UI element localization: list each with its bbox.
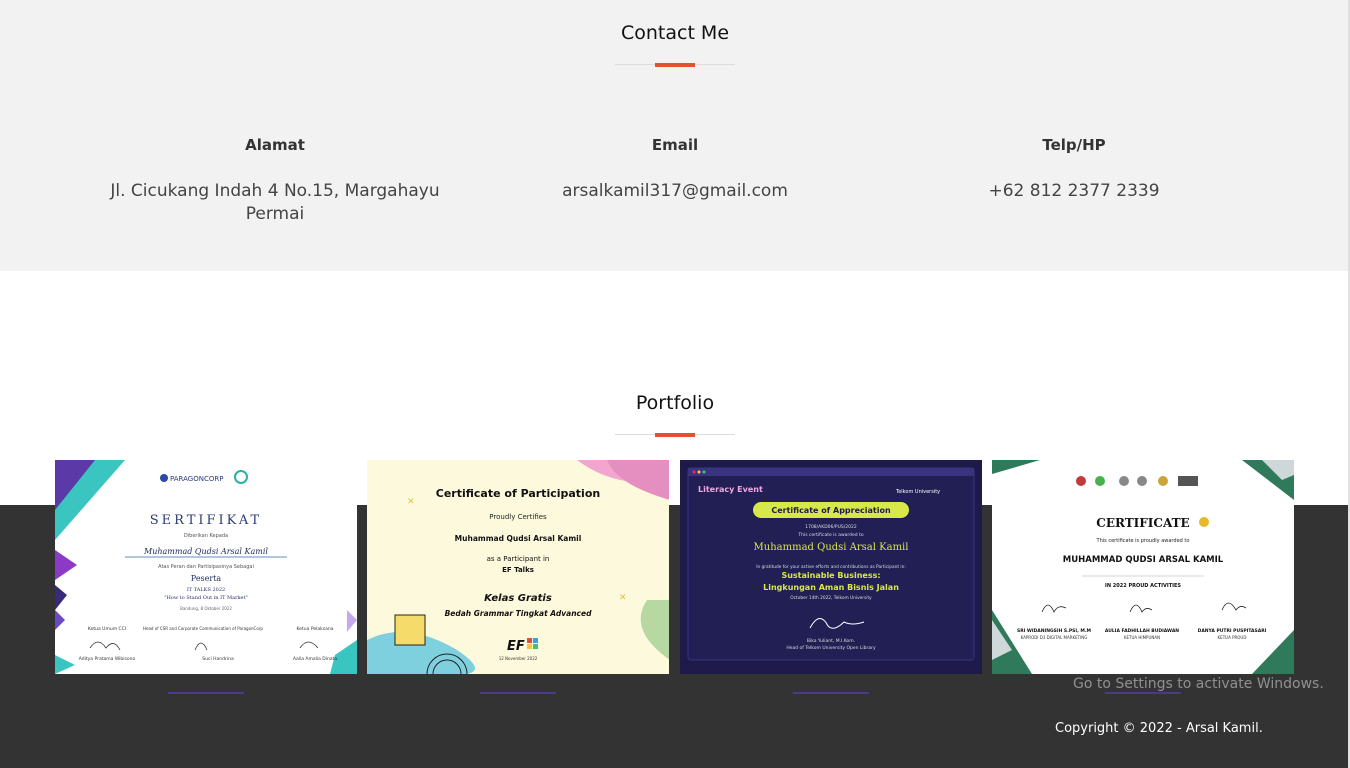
svg-text:KETUA PROUD: KETUA PROUD <box>1218 635 1247 640</box>
svg-text:In gratitude for your active e: In gratitude for your active efforts and… <box>756 564 906 570</box>
phone-value[interactable]: +62 812 2377 2339 <box>874 180 1274 203</box>
address-value: Jl. Cicukang Indah 4 No.15, Margahayu Pe… <box>110 181 440 224</box>
certificate-image: CERTIFICATE This certificate is proudly … <box>992 460 1294 674</box>
svg-text:Lingkungan Aman Bisnis Jalan: Lingkungan Aman Bisnis Jalan <box>763 583 899 592</box>
svg-text:Muhammad Qudsi Arsal Kamil: Muhammad Qudsi Arsal Kamil <box>143 547 268 556</box>
certificate-image: ✕ ✕ Certificate of Participation Proudly… <box>367 460 669 674</box>
portfolio-card-4[interactable]: CERTIFICATE This certificate is proudly … <box>992 460 1294 674</box>
svg-text:"How to Stand Out in IT Market: "How to Stand Out in IT Market" <box>164 595 248 601</box>
portfolio-card-3[interactable]: Literacy Event Telkom University Certifi… <box>680 460 982 674</box>
certificate-image: PARAGONCORP SERTIFIKAT Diberikan Kepada … <box>55 460 357 674</box>
svg-text:SERTIFIKAT: SERTIFIKAT <box>150 513 262 528</box>
phone-heading: Telp/HP <box>1042 136 1106 154</box>
svg-text:as a Participant in: as a Participant in <box>487 555 550 563</box>
portfolio-card-2[interactable]: ✕ ✕ Certificate of Participation Proudly… <box>367 460 669 674</box>
svg-text:This certificate is awarded to: This certificate is awarded to <box>797 532 863 538</box>
portfolio-title: Portfolio <box>635 392 715 414</box>
copyright-text: Copyright © 2022 - Arsal Kamil. <box>1055 721 1263 736</box>
svg-text:October 14th 2022, Telkom Univ: October 14th 2022, Telkom University <box>790 595 872 601</box>
title-accent <box>655 63 695 67</box>
svg-text:This certificate is proudly aw: This certificate is proudly awarded to <box>1096 538 1190 544</box>
svg-text:Bedah Grammar Tingkat Advanced: Bedah Grammar Tingkat Advanced <box>445 609 593 618</box>
card-link-3[interactable] <box>793 692 869 694</box>
svg-text:Literacy Event: Literacy Event <box>698 485 763 494</box>
contact-address: Alamat Jl. Cicukang Indah 4 No.15, Marga… <box>75 136 475 226</box>
svg-text:Certificate of Appreciation: Certificate of Appreciation <box>771 506 891 515</box>
card-link-4[interactable] <box>1105 692 1181 694</box>
svg-text:✕: ✕ <box>619 593 627 603</box>
svg-text:Ketua Umum CCI: Ketua Umum CCI <box>88 626 126 632</box>
svg-text:Proudly Certifies: Proudly Certifies <box>489 513 547 521</box>
svg-text:✕: ✕ <box>407 497 415 507</box>
certificate-image: Literacy Event Telkom University Certifi… <box>680 460 982 674</box>
svg-text:EF Talks: EF Talks <box>502 566 534 574</box>
svg-text:IN 2022 PROUD ACTIVITIES: IN 2022 PROUD ACTIVITIES <box>1105 583 1181 589</box>
svg-text:KETUA HIMPUNAN: KETUA HIMPUNAN <box>1124 635 1160 640</box>
svg-text:Suci Handrina: Suci Handrina <box>202 656 234 662</box>
svg-text:Aditya Pratama Wibisono: Aditya Pratama Wibisono <box>79 656 136 662</box>
svg-text:Head of Telkom University Open: Head of Telkom University Open Library <box>786 645 876 651</box>
svg-text:Peserta: Peserta <box>191 574 222 583</box>
svg-text:Atas Peran dan Partisipasinya: Atas Peran dan Partisipasinya Sebagai <box>158 564 254 570</box>
paragon-logo: PARAGONCORP <box>170 475 223 483</box>
svg-text:Ketua Pelaksana: Ketua Pelaksana <box>297 626 334 632</box>
svg-text:Muhammad Qudsi Arsal Kamil: Muhammad Qudsi Arsal Kamil <box>754 542 909 553</box>
svg-text:KAPRODI D3 DIGITAL MARKETING: KAPRODI D3 DIGITAL MARKETING <box>1021 635 1088 640</box>
svg-text:SRI WIDANINGSIH S.PSI, M.M: SRI WIDANINGSIH S.PSI, M.M <box>1017 628 1092 634</box>
svg-text:1708/AKD06/PUS/2022: 1708/AKD06/PUS/2022 <box>805 524 857 530</box>
contact-title: Contact Me <box>620 22 730 44</box>
svg-text:CERTIFICATE: CERTIFICATE <box>1096 516 1189 530</box>
svg-text:AULIA FADHILLAH BUDIAWAN: AULIA FADHILLAH BUDIAWAN <box>1105 628 1179 634</box>
svg-text:Head of CSR and Corporate Comm: Head of CSR and Corporate Communication … <box>143 626 263 631</box>
contact-section: Contact Me Alamat Jl. Cicukang Indah 4 N… <box>0 0 1350 271</box>
contact-email: Email arsalkamil317@gmail.com <box>475 136 875 203</box>
svg-text:MUHAMMAD QUDSI ARSAL KAMIL: MUHAMMAD QUDSI ARSAL KAMIL <box>1063 555 1224 565</box>
portfolio-card-1[interactable]: PARAGONCORP SERTIFIKAT Diberikan Kepada … <box>55 460 357 674</box>
svg-text:Bandung, 8 Oktober 2022: Bandung, 8 Oktober 2022 <box>180 606 232 611</box>
email-value[interactable]: arsalkamil317@gmail.com <box>475 180 875 203</box>
svg-text:DANYA PUTRI PUSPITASARI: DANYA PUTRI PUSPITASARI <box>1198 628 1267 634</box>
svg-text:Certificate of Participation: Certificate of Participation <box>436 487 600 500</box>
activate-subtitle: Go to Settings to activate Windows. <box>1073 676 1324 692</box>
svg-text:Aalia Amalia Dinata: Aalia Amalia Dinata <box>293 656 338 662</box>
svg-text:12 November 2022: 12 November 2022 <box>499 656 538 661</box>
address-heading: Alamat <box>245 136 305 154</box>
activate-windows-watermark: Activate Windows Go to Settings to activ… <box>1073 652 1324 692</box>
svg-text:Diberikan Kepada: Diberikan Kepada <box>184 533 228 539</box>
svg-text:Sustainable Business:: Sustainable Business: <box>781 571 880 580</box>
card-link-1[interactable] <box>168 692 244 694</box>
svg-text:Muhammad Qudsi Arsal Kamil: Muhammad Qudsi Arsal Kamil <box>455 534 582 543</box>
contact-phone: Telp/HP +62 812 2377 2339 <box>874 136 1274 203</box>
card-link-2[interactable] <box>480 692 556 694</box>
svg-text:Bika Yuliant, M.I.Kom.: Bika Yuliant, M.I.Kom. <box>807 638 855 644</box>
activate-title: Activate Windows <box>1073 652 1242 674</box>
svg-text:IT TALKS 2022: IT TALKS 2022 <box>187 587 225 593</box>
svg-text:Kelas Gratis: Kelas Gratis <box>484 593 552 604</box>
email-heading: Email <box>651 136 699 154</box>
svg-text:Telkom University: Telkom University <box>895 489 940 495</box>
title-accent <box>655 433 695 437</box>
svg-text:EF: EF <box>507 639 525 654</box>
